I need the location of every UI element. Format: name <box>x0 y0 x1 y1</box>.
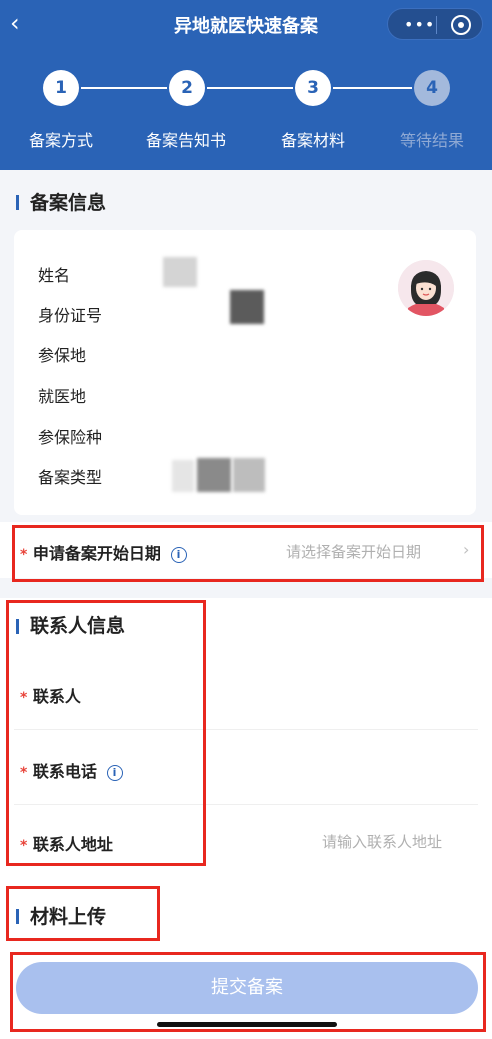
contact-name-input[interactable] <box>260 681 470 705</box>
home-indicator <box>157 1022 337 1027</box>
start-date-label-text: 申请备案开始日期 <box>32 544 161 563</box>
redacted-id <box>230 290 264 324</box>
chevron-right-icon: › <box>463 540 470 559</box>
step-connector <box>81 87 167 89</box>
start-date-label: * 申请备案开始日期 i <box>20 540 187 564</box>
redacted-name <box>163 257 197 287</box>
redacted-value <box>197 458 231 492</box>
field-label-id: 身份证号 <box>38 306 103 325</box>
female-avatar-icon <box>398 260 454 316</box>
step-4-circle: 4 <box>414 70 450 106</box>
required-mark: * <box>20 838 28 854</box>
target-icon[interactable] <box>451 15 471 35</box>
field-label-record-type: 备案类型 <box>38 468 103 487</box>
info-icon[interactable]: i <box>170 547 187 563</box>
step-2-circle: 2 <box>169 70 205 106</box>
row-divider <box>14 729 478 730</box>
contact-name-label: * 联系人 <box>20 683 81 707</box>
field-label-insured-place: 参保地 <box>38 346 87 365</box>
step-1-label: 备案方式 <box>28 131 93 150</box>
contact-address-label-text: 联系人地址 <box>32 835 113 854</box>
redacted-value <box>172 460 194 492</box>
step-2-label: 备案告知书 <box>145 131 226 150</box>
materials-title: 材料上传 <box>30 906 107 928</box>
section-bar <box>16 195 19 210</box>
step-1-circle: 1 <box>43 70 79 106</box>
field-label-name: 姓名 <box>38 266 71 285</box>
contact-phone-label: * 联系电话 i <box>20 758 123 782</box>
section-bar <box>16 909 19 924</box>
contact-address-label: * 联系人地址 <box>20 831 113 855</box>
contact-info-title: 联系人信息 <box>30 615 126 637</box>
row-divider <box>14 804 478 805</box>
redacted-value <box>233 458 265 492</box>
more-dots-icon[interactable]: ••• <box>404 15 435 34</box>
contact-phone-label-text: 联系电话 <box>32 762 97 781</box>
contact-name-label-text: 联系人 <box>32 687 81 706</box>
step-connector <box>333 87 412 89</box>
nav-bar: ‹ 异地就医快速备案 ••• <box>0 0 492 50</box>
submit-button[interactable]: 提交备案 <box>16 962 478 1014</box>
start-date-picker[interactable]: 请选择备案开始日期 <box>286 541 421 562</box>
mini-program-capsule: ••• <box>387 8 483 40</box>
contact-phone-input[interactable] <box>260 756 470 780</box>
capsule-divider <box>436 16 437 34</box>
required-mark: * <box>20 547 28 563</box>
required-mark: * <box>20 690 28 706</box>
info-icon[interactable]: i <box>106 765 123 781</box>
step-3-circle: 3 <box>295 70 331 106</box>
step-3-label: 备案材料 <box>280 131 345 150</box>
step-4-label: 等待结果 <box>399 131 464 150</box>
field-label-medical-place: 就医地 <box>38 387 87 406</box>
step-connector <box>207 87 293 89</box>
required-mark: * <box>20 765 28 781</box>
record-info-title: 备案信息 <box>30 192 107 214</box>
contact-address-input[interactable]: 请输入联系人地址 <box>322 831 442 852</box>
field-label-insurance-type: 参保险种 <box>38 428 103 447</box>
section-bar <box>16 619 19 634</box>
